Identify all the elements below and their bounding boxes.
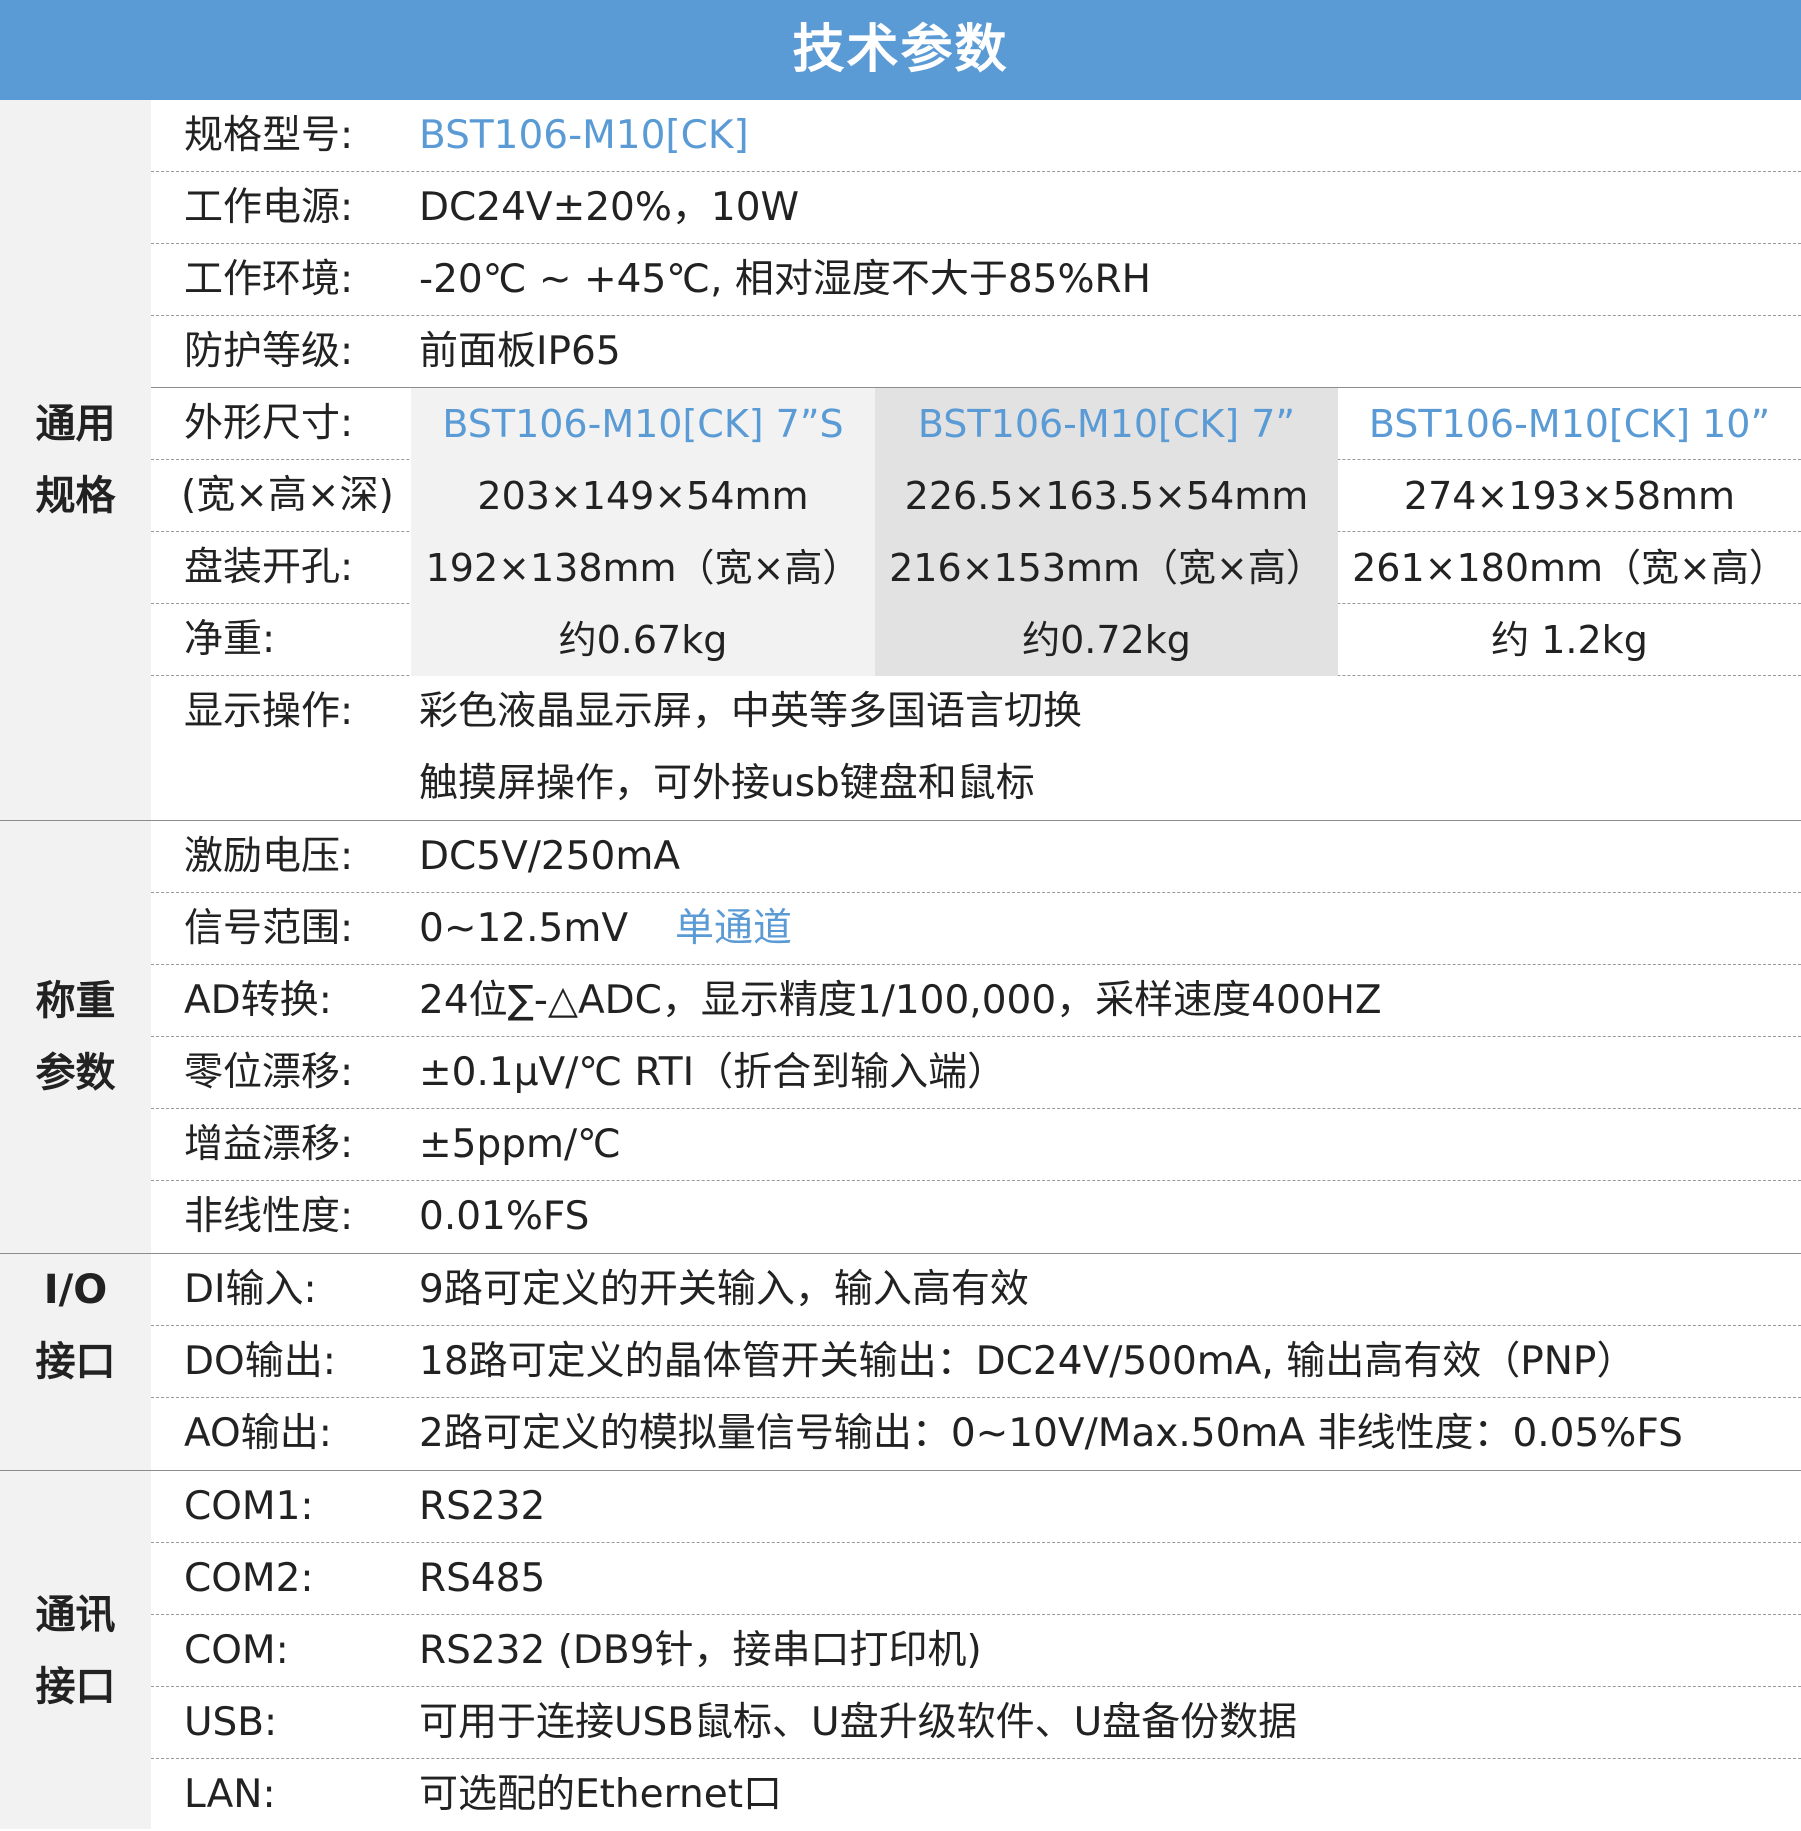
comm-row-com2: COM2: RS485 — [151, 1543, 1801, 1615]
spec-row-power: 工作电源: DC24V±20%，10W — [151, 172, 1801, 244]
weighing-title-line1: 称重 — [35, 978, 116, 1024]
power-label: 工作电源: — [184, 185, 354, 230]
page-title: 技术参数 — [0, 0, 1801, 100]
ao-value: 2路可定义的模拟量信号输出：0~10V/Max.50mA 非线性度：0.05%F… — [419, 1411, 1683, 1456]
gain-drift-value: ±5ppm/℃ — [419, 1122, 621, 1167]
io-row-di: DI输入: 9路可定义的开关输入，输入高有效 — [151, 1254, 1801, 1326]
com-value: RS232 (DB9针，接串口打印机) — [419, 1628, 982, 1673]
cutout-label: 盘装开孔: — [184, 545, 354, 590]
display-label: 显示操作: — [184, 689, 354, 734]
protect-value: 前面板IP65 — [419, 329, 621, 374]
comm-title-line2: 接口 — [35, 1664, 116, 1710]
weighing-row-zero-drift: 零位漂移: ±0.1μV/℃ RTI（折合到输入端） — [151, 1037, 1801, 1109]
spec-row-protection: 防护等级: 前面板IP65 — [151, 316, 1801, 388]
shape-model-1: BST106-M10[CK] 7”S — [411, 388, 875, 460]
nonlinearity-label: 非线性度: — [184, 1194, 354, 1239]
io-section: I/O 接口 DI输入: 9路可定义的开关输入，输入高有效 DO输出: 18路可… — [0, 1254, 1801, 1470]
weighing-row-ad: AD转换: 24位∑-△ADC，显示精度1/100,000，采样速度400HZ — [151, 965, 1801, 1037]
signal-value: 0~12.5mV — [419, 906, 628, 951]
display-value-line1: 彩色液晶显示屏，中英等多国语言切换 — [419, 689, 1083, 734]
com2-label: COM2: — [184, 1556, 314, 1601]
zero-drift-value: ±0.1μV/℃ RTI（折合到输入端） — [419, 1050, 1007, 1095]
shape-model-2: BST106-M10[CK] 7” — [875, 388, 1338, 460]
ad-label: AD转换: — [184, 978, 332, 1023]
comm-section: 通讯 接口 COM1: RS232 COM2: RS485 COM: RS232… — [0, 1471, 1801, 1829]
usb-value: 可用于连接USB鼠标、U盘升级软件、U盘备份数据 — [419, 1700, 1298, 1745]
model-label: 规格型号: — [184, 113, 354, 158]
ao-label: AO输出: — [184, 1411, 332, 1456]
cutout-value-2: 216×153mm（宽×高） — [875, 532, 1338, 604]
signal-label: 信号范围: — [184, 906, 354, 951]
weighing-row-nonlinearity: 非线性度: 0.01%FS — [151, 1181, 1801, 1253]
spec-row-display: 显示操作: 彩色液晶显示屏，中英等多国语言切换 触摸屏操作，可外接usb键盘和鼠… — [151, 676, 1801, 820]
excitation-value: DC5V/250mA — [419, 834, 681, 879]
zero-drift-label: 零位漂移: — [184, 1050, 354, 1095]
com1-value: RS232 — [419, 1484, 546, 1529]
excitation-label: 激励电压: — [184, 834, 354, 879]
dim-value-2: 226.5×163.5×54mm — [875, 460, 1338, 532]
gain-drift-label: 增益漂移: — [184, 1122, 354, 1167]
weight-label: 净重: — [184, 617, 276, 662]
lan-label: LAN: — [184, 1772, 276, 1817]
weight-value-2: 约0.72kg — [875, 604, 1338, 676]
do-value: 18路可定义的晶体管开关输出：DC24V/500mA, 输出高有效（PNP） — [419, 1339, 1636, 1384]
spec-row-shape: 外形尺寸: BST106-M10[CK] 7”S BST106-M10[CK] … — [151, 388, 1801, 460]
cutout-value-1: 192×138mm（宽×高） — [411, 532, 875, 604]
io-row-ao: AO输出: 2路可定义的模拟量信号输出：0~10V/Max.50mA 非线性度：… — [151, 1398, 1801, 1470]
dim-value-3: 274×193×58mm — [1403, 474, 1736, 518]
weighing-row-signal: 信号范围: 0~12.5mV 单通道 — [151, 893, 1801, 965]
env-label: 工作环境: — [184, 257, 354, 302]
spec-row-environment: 工作环境: -20℃ ~ +45℃, 相对湿度不大于85%RH — [151, 244, 1801, 316]
cutout-value-3: 261×180mm（宽×高） — [1352, 546, 1787, 590]
protect-label: 防护等级: — [184, 329, 354, 374]
comm-title-line1: 通讯 — [35, 1592, 116, 1638]
shape-model-3: BST106-M10[CK] 10” — [1368, 402, 1771, 446]
spec-row-weight: 净重: 约0.67kg 约0.72kg 约 1.2kg — [151, 604, 1801, 676]
nonlinearity-value: 0.01%FS — [419, 1194, 590, 1239]
di-label: DI输入: — [184, 1267, 317, 1312]
io-title-line1: I/O — [43, 1267, 108, 1313]
model-value: BST106-M10[CK] — [419, 113, 749, 158]
com2-value: RS485 — [419, 1556, 546, 1601]
comm-row-com1: COM1: RS232 — [151, 1471, 1801, 1543]
weighing-row-gain-drift: 增益漂移: ±5ppm/℃ — [151, 1109, 1801, 1181]
lan-value: 可选配的Ethernet口 — [419, 1772, 782, 1817]
env-value: -20℃ ~ +45℃, 相对湿度不大于85%RH — [419, 257, 1151, 302]
weight-value-3: 约 1.2kg — [1491, 618, 1648, 662]
signal-channel-note: 单通道 — [675, 906, 793, 951]
do-label: DO输出: — [184, 1339, 336, 1384]
ad-value: 24位∑-△ADC，显示精度1/100,000，采样速度400HZ — [419, 978, 1382, 1023]
general-section: 通用 规格 规格型号: BST106-M10[CK] 工作电源: DC24V±2… — [0, 100, 1801, 820]
display-value-line2: 触摸屏操作，可外接usb键盘和鼠标 — [419, 761, 1035, 806]
com-label: COM: — [184, 1628, 289, 1673]
dim-label: (宽×高×深) — [181, 473, 394, 518]
general-title-line1: 通用 — [35, 401, 116, 447]
weighing-title-line2: 参数 — [35, 1050, 116, 1096]
weight-value-1: 约0.67kg — [411, 604, 875, 676]
shape-label: 外形尺寸: — [184, 401, 354, 446]
com1-label: COM1: — [184, 1484, 314, 1529]
io-row-do: DO输出: 18路可定义的晶体管开关输出：DC24V/500mA, 输出高有效（… — [151, 1326, 1801, 1398]
weighing-row-excitation: 激励电压: DC5V/250mA — [151, 821, 1801, 893]
dim-value-1: 203×149×54mm — [411, 460, 875, 532]
spec-row-model: 规格型号: BST106-M10[CK] — [151, 100, 1801, 172]
spec-row-cutout: 盘装开孔: 192×138mm（宽×高） 216×153mm（宽×高） 261×… — [151, 532, 1801, 604]
di-value: 9路可定义的开关输入，输入高有效 — [419, 1267, 1029, 1312]
io-title-line2: 接口 — [35, 1339, 116, 1385]
comm-row-lan: LAN: 可选配的Ethernet口 — [151, 1759, 1801, 1829]
comm-row-com: COM: RS232 (DB9针，接串口打印机) — [151, 1615, 1801, 1687]
general-title-line2: 规格 — [35, 473, 116, 519]
usb-label: USB: — [184, 1700, 278, 1745]
spec-row-dimensions: (宽×高×深) 203×149×54mm 226.5×163.5×54mm 27… — [151, 460, 1801, 532]
weighing-section: 称重 参数 激励电压: DC5V/250mA 信号范围: 0~12.5mV 单通… — [0, 821, 1801, 1253]
comm-row-usb: USB: 可用于连接USB鼠标、U盘升级软件、U盘备份数据 — [151, 1687, 1801, 1759]
power-value: DC24V±20%，10W — [419, 185, 800, 230]
